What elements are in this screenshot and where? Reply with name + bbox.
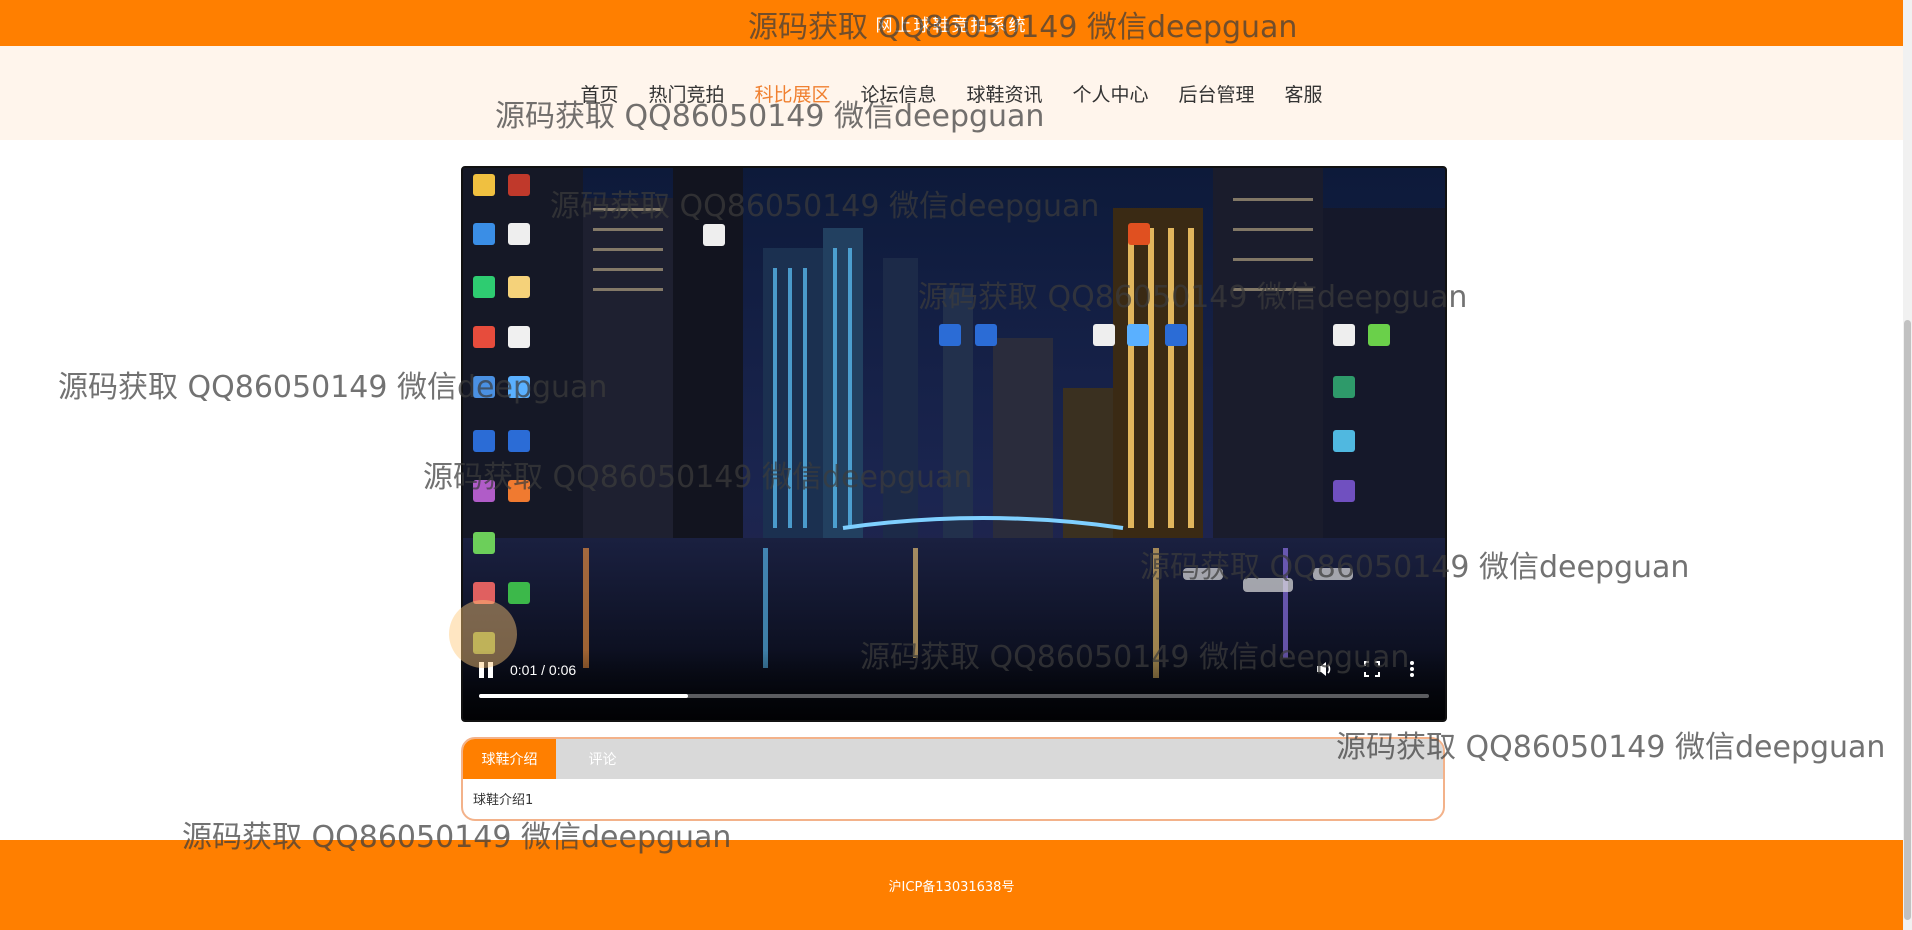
top-header-bar: 网上球鞋竞拍系统 [0, 0, 1903, 46]
nav-item-customer-service[interactable]: 客服 [1285, 80, 1323, 107]
video-player[interactable]: 0:01 / 0:06 [461, 166, 1447, 722]
nav-item-sneaker-news[interactable]: 球鞋资讯 [967, 80, 1043, 107]
site-title: 网上球鞋竞拍系统 [875, 15, 1028, 36]
footer: 沪ICP备13031638号 [0, 840, 1903, 930]
nav-item-personal-center[interactable]: 个人中心 [1073, 80, 1149, 107]
nav-item-kobe-zone[interactable]: 科比展区 [754, 80, 830, 107]
nav-item-forum[interactable]: 论坛信息 [860, 80, 936, 107]
icp-record: 沪ICP备13031638号 [888, 879, 1015, 895]
cursor-highlight [449, 600, 517, 668]
main-nav: 首页 热门竞拍 科比展区 论坛信息 球鞋资讯 个人中心 后台管理 客服 [0, 46, 1903, 140]
more-vert-icon[interactable] [1408, 660, 1416, 682]
product-tabs: 球鞋介绍 评论 球鞋介绍1 [461, 737, 1445, 821]
nav-item-admin[interactable]: 后台管理 [1179, 80, 1255, 107]
tab-header: 球鞋介绍 评论 [463, 739, 1443, 779]
nav-item-hot-auction[interactable]: 热门竞拍 [648, 80, 724, 107]
page-scrollbar[interactable] [1903, 0, 1912, 930]
video-frame [463, 168, 1445, 720]
tab-comments[interactable]: 评论 [556, 739, 649, 779]
video-progress-fill [479, 694, 688, 698]
video-progress-track[interactable] [479, 694, 1429, 698]
tab-content: 球鞋介绍1 [473, 793, 534, 808]
scrollbar-thumb[interactable] [1904, 320, 1911, 920]
video-controls: 0:01 / 0:06 [463, 650, 1445, 720]
tab-sneaker-intro[interactable]: 球鞋介绍 [463, 739, 556, 779]
video-time: 0:01 / 0:06 [510, 662, 577, 678]
fullscreen-icon[interactable] [1363, 660, 1381, 682]
nav-item-home[interactable]: 首页 [580, 80, 618, 107]
volume-icon[interactable] [1315, 660, 1333, 682]
